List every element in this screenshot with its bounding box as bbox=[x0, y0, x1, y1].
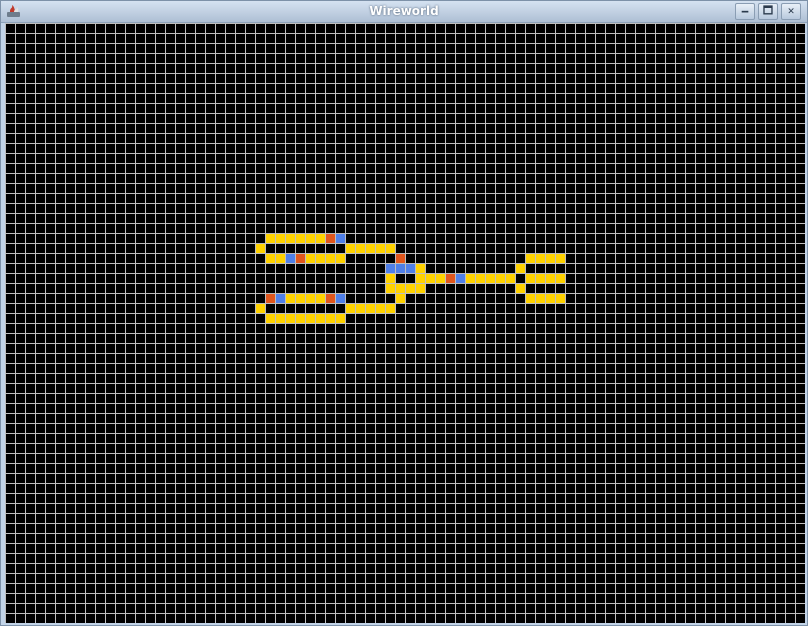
conductor-cell[interactable] bbox=[426, 274, 435, 283]
electron-head-cell[interactable] bbox=[406, 264, 415, 273]
conductor-cell[interactable] bbox=[346, 244, 355, 253]
conductor-cell[interactable] bbox=[366, 244, 375, 253]
conductor-cell[interactable] bbox=[536, 254, 545, 263]
electron-head-cell[interactable] bbox=[456, 274, 465, 283]
maximize-button[interactable]: 🗖 bbox=[758, 3, 778, 20]
conductor-cell[interactable] bbox=[556, 274, 565, 283]
electron-head-cell[interactable] bbox=[336, 294, 345, 303]
conductor-cell[interactable] bbox=[416, 274, 425, 283]
conductor-cell[interactable] bbox=[276, 314, 285, 323]
window-title: Wireworld bbox=[369, 4, 439, 18]
conductor-cell[interactable] bbox=[386, 284, 395, 293]
conductor-cell[interactable] bbox=[266, 254, 275, 263]
electron-head-cell[interactable] bbox=[276, 294, 285, 303]
electron-head-cell[interactable] bbox=[286, 254, 295, 263]
conductor-cell[interactable] bbox=[336, 314, 345, 323]
conductor-cell[interactable] bbox=[506, 274, 515, 283]
conductor-cell[interactable] bbox=[326, 254, 335, 263]
conductor-cell[interactable] bbox=[386, 244, 395, 253]
close-button[interactable]: ✕ bbox=[781, 3, 801, 20]
conductor-cell[interactable] bbox=[556, 294, 565, 303]
conductor-cell[interactable] bbox=[406, 284, 415, 293]
minimize-button[interactable]: 🗕 bbox=[735, 3, 755, 20]
conductor-cell[interactable] bbox=[466, 274, 475, 283]
conductor-cell[interactable] bbox=[286, 314, 295, 323]
conductor-cell[interactable] bbox=[546, 254, 555, 263]
conductor-cell[interactable] bbox=[296, 294, 305, 303]
conductor-cell[interactable] bbox=[316, 294, 325, 303]
conductor-cell[interactable] bbox=[526, 274, 535, 283]
conductor-cell[interactable] bbox=[266, 314, 275, 323]
electron-tail-cell[interactable] bbox=[326, 294, 335, 303]
electron-tail-cell[interactable] bbox=[396, 254, 405, 263]
conductor-cell[interactable] bbox=[486, 274, 495, 283]
conductor-cell[interactable] bbox=[496, 274, 505, 283]
electron-head-cell[interactable] bbox=[396, 264, 405, 273]
conductor-cell[interactable] bbox=[346, 304, 355, 313]
electron-head-cell[interactable] bbox=[336, 234, 345, 243]
conductor-cell[interactable] bbox=[436, 274, 445, 283]
app-window: Wireworld 🗕 🗖 ✕ bbox=[0, 0, 808, 626]
conductor-cell[interactable] bbox=[306, 314, 315, 323]
conductor-cell[interactable] bbox=[556, 254, 565, 263]
conductor-cell[interactable] bbox=[526, 254, 535, 263]
conductor-cell[interactable] bbox=[356, 304, 365, 313]
electron-head-cell[interactable] bbox=[386, 264, 395, 273]
conductor-cell[interactable] bbox=[286, 234, 295, 243]
conductor-cell[interactable] bbox=[366, 304, 375, 313]
conductor-cell[interactable] bbox=[306, 254, 315, 263]
conductor-cell[interactable] bbox=[306, 234, 315, 243]
conductor-cell[interactable] bbox=[416, 264, 425, 273]
conductor-cell[interactable] bbox=[546, 274, 555, 283]
electron-tail-cell[interactable] bbox=[446, 274, 455, 283]
conductor-cell[interactable] bbox=[276, 254, 285, 263]
electron-tail-cell[interactable] bbox=[326, 234, 335, 243]
conductor-cell[interactable] bbox=[546, 294, 555, 303]
conductor-cell[interactable] bbox=[266, 234, 275, 243]
conductor-cell[interactable] bbox=[516, 284, 525, 293]
conductor-cell[interactable] bbox=[386, 304, 395, 313]
conductor-cell[interactable] bbox=[536, 294, 545, 303]
conductor-cell[interactable] bbox=[296, 234, 305, 243]
conductor-cell[interactable] bbox=[416, 284, 425, 293]
conductor-cell[interactable] bbox=[396, 284, 405, 293]
conductor-cell[interactable] bbox=[516, 264, 525, 273]
conductor-cell[interactable] bbox=[316, 254, 325, 263]
conductor-cell[interactable] bbox=[306, 294, 315, 303]
conductor-cell[interactable] bbox=[356, 244, 365, 253]
conductor-cell[interactable] bbox=[256, 304, 265, 313]
conductor-cell[interactable] bbox=[536, 274, 545, 283]
conductor-cell[interactable] bbox=[336, 254, 345, 263]
conductor-cell[interactable] bbox=[316, 314, 325, 323]
conductor-cell[interactable] bbox=[386, 274, 395, 283]
conductor-cell[interactable] bbox=[376, 304, 385, 313]
conductor-cell[interactable] bbox=[256, 244, 265, 253]
conductor-cell[interactable] bbox=[276, 234, 285, 243]
electron-tail-cell[interactable] bbox=[296, 254, 305, 263]
conductor-cell[interactable] bbox=[316, 234, 325, 243]
title-bar[interactable]: Wireworld 🗕 🗖 ✕ bbox=[1, 1, 807, 23]
conductor-cell[interactable] bbox=[376, 244, 385, 253]
wireworld-grid[interactable] bbox=[5, 23, 805, 623]
conductor-cell[interactable] bbox=[476, 274, 485, 283]
conductor-cell[interactable] bbox=[396, 294, 405, 303]
conductor-cell[interactable] bbox=[326, 314, 335, 323]
electron-tail-cell[interactable] bbox=[266, 294, 275, 303]
conductor-cell[interactable] bbox=[296, 314, 305, 323]
conductor-cell[interactable] bbox=[286, 294, 295, 303]
conductor-cell[interactable] bbox=[526, 294, 535, 303]
